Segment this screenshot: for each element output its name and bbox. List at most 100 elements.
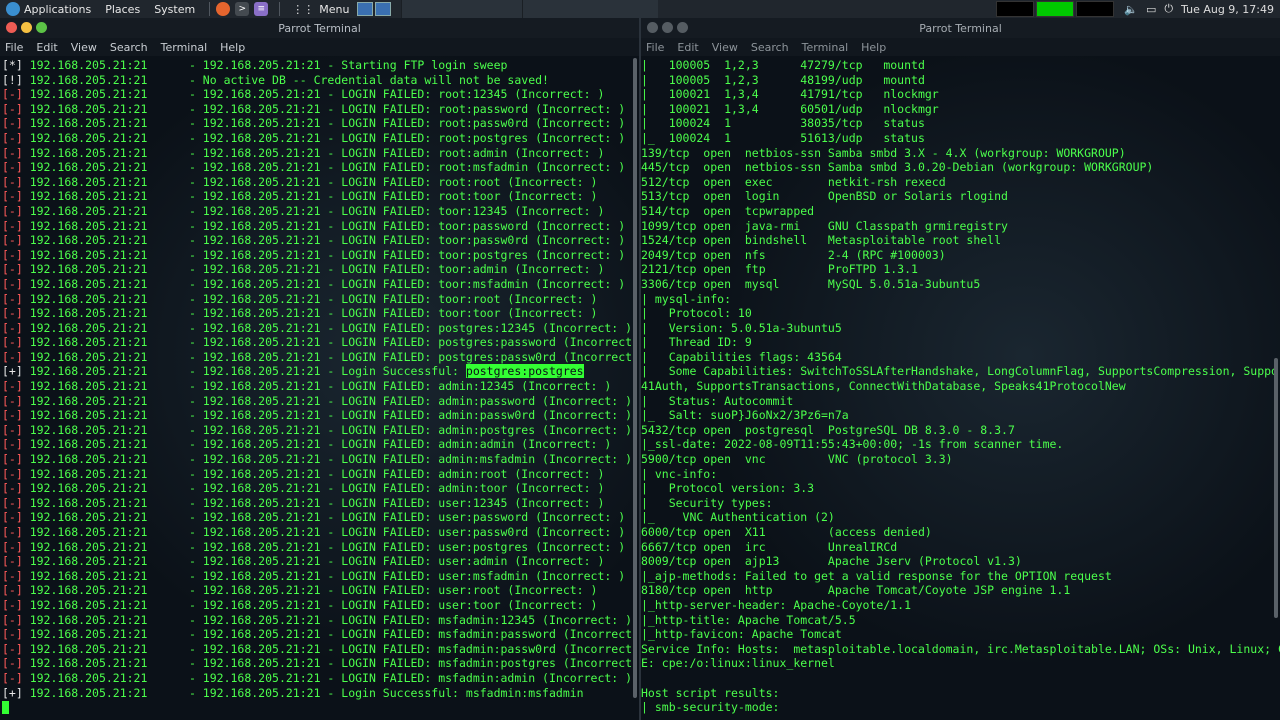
places-label: Places <box>105 2 141 16</box>
status-prefix: [-] <box>2 525 23 539</box>
status-area: 🔈 ▭ ⏻ Tue Aug 9, 17:49 <box>996 0 1274 18</box>
workspace-1[interactable] <box>357 2 374 16</box>
window-titlebar[interactable]: Parrot Terminal <box>641 18 1280 38</box>
status-prefix: [-] <box>2 641 23 656</box>
terminal-line: 513/tcp open login OpenBSD or Solaris rl… <box>641 189 1008 204</box>
terminal-line: [-] 192.168.205.21:21 - 192.168.205.21:2… <box>0 146 639 161</box>
terminal-launcher-icon[interactable]: > <box>235 2 250 16</box>
terminal-line: | Version: 5.0.51a-3ubuntu5 <box>641 320 842 335</box>
status-prefix: [-] <box>2 335 23 350</box>
places-menu[interactable]: Places <box>105 3 148 16</box>
terminal-output[interactable]: [*] 192.168.205.21:21 - 192.168.205.21:2… <box>0 56 639 720</box>
top-panel: Applications Places System > ≡ ⋮⋮ Menu 🔈… <box>0 0 1280 18</box>
applications-menu[interactable]: Applications <box>6 2 99 16</box>
terminal-line: | 100021 1,3,4 60501/udp nlockmgr <box>641 101 939 116</box>
terminal-line: | Protocol version: 3.3 <box>641 481 815 496</box>
status-prefix: [-] <box>2 393 23 408</box>
terminal-line: 5900/tcp open vnc VNC (protocol 3.3) <box>641 452 953 467</box>
cpu-graph <box>996 1 1035 17</box>
close-button[interactable] <box>647 22 658 33</box>
terminal-line: 8009/tcp open ajp13 Apache Jserv (Protoc… <box>641 554 1022 569</box>
volume-icon[interactable]: 🔈 <box>1124 3 1138 16</box>
menu-search[interactable]: Search <box>751 41 789 54</box>
terminal-output[interactable]: | 100005 1,2,3 47279/tcp mountd | 100005 … <box>641 56 1280 720</box>
menu-terminal[interactable]: Terminal <box>802 41 849 54</box>
terminal-line: [-] 192.168.205.21:21 - 192.168.205.21:2… <box>0 292 639 307</box>
menu-edit[interactable]: Edit <box>36 41 57 54</box>
terminal-line: 5432/tcp open postgresql PostgreSQL DB 8… <box>641 422 1015 437</box>
system-menu[interactable]: System <box>154 3 203 16</box>
power-icon[interactable]: ⏻ <box>1164 2 1173 16</box>
network-graph <box>1076 1 1115 17</box>
line-text: 192.168.205.21:21 - No active DB -- Cred… <box>22 72 549 87</box>
task-list <box>401 0 659 18</box>
menu-file[interactable]: File <box>646 41 664 54</box>
task-button[interactable] <box>522 0 659 18</box>
status-prefix: [-] <box>2 276 23 291</box>
line-text: 192.168.205.21:21 - 192.168.205.21:21 - … <box>22 437 612 452</box>
maximize-button[interactable] <box>36 22 47 33</box>
line-text: 192.168.205.21:21 - 192.168.205.21:21 - … <box>22 525 626 539</box>
line-text: 192.168.205.21:21 - 192.168.205.21:21 - … <box>22 539 626 554</box>
window-titlebar[interactable]: Parrot Terminal <box>0 18 639 38</box>
terminal-line: | 100005 1,2,3 47279/tcp mountd <box>641 58 925 72</box>
status-prefix: [-] <box>2 510 23 525</box>
status-prefix: [-] <box>2 539 23 554</box>
line-text: 192.168.205.21:21 - 192.168.205.21:21 - … <box>22 408 633 423</box>
workspace-switcher[interactable] <box>357 2 393 16</box>
menu-button[interactable]: ⋮⋮ Menu <box>292 3 349 16</box>
terminal-line: |_http-favicon: Apache Tomcat <box>641 627 842 642</box>
status-prefix: [-] <box>2 408 23 423</box>
terminal-line: |_ VNC Authentication (2) <box>641 510 835 525</box>
minimize-button[interactable] <box>21 22 32 33</box>
menu-search[interactable]: Search <box>110 41 148 54</box>
status-prefix: [-] <box>2 218 23 233</box>
scrollbar[interactable] <box>633 58 637 698</box>
terminal-line: [-] 192.168.205.21:21 - 192.168.205.21:2… <box>0 204 639 219</box>
display-icon[interactable]: ▭ <box>1146 3 1156 16</box>
terminal-line: [-] 192.168.205.21:21 - 192.168.205.21:2… <box>0 437 639 452</box>
status-prefix: [-] <box>2 597 23 612</box>
line-text: 192.168.205.21:21 - 192.168.205.21:21 - … <box>22 670 633 685</box>
terminal-line: [+] 192.168.205.21:21 - 192.168.205.21:2… <box>0 686 639 701</box>
terminal-line: [-] 192.168.205.21:21 - 192.168.205.21:2… <box>0 467 639 482</box>
menu-help[interactable]: Help <box>220 41 245 54</box>
maximize-button[interactable] <box>677 22 688 33</box>
scrollbar[interactable] <box>1274 358 1278 618</box>
menu-edit[interactable]: Edit <box>677 41 698 54</box>
task-button[interactable] <box>401 0 523 18</box>
workspace-2[interactable] <box>375 2 392 16</box>
prompt-line[interactable] <box>0 700 639 715</box>
status-prefix: [-] <box>2 481 23 496</box>
firefox-icon[interactable] <box>216 2 231 16</box>
terminal-line: [-] 192.168.205.21:21 - 192.168.205.21:2… <box>0 408 639 423</box>
status-prefix: [-] <box>2 452 23 467</box>
terminal-line: | Some Capabilities: SwitchToSSLAfterHan… <box>641 364 1280 379</box>
line-text: 192.168.205.21:21 - 192.168.205.21:21 - … <box>22 481 605 496</box>
line-text: 192.168.205.21:21 - 192.168.205.21:21 - … <box>22 583 598 598</box>
minimize-button[interactable] <box>662 22 673 33</box>
line-text: 192.168.205.21:21 - 192.168.205.21:21 - … <box>22 597 598 612</box>
status-prefix: [+] <box>2 685 23 700</box>
terminal-line: [-] 192.168.205.21:21 - 192.168.205.21:2… <box>0 481 639 496</box>
terminal-line: 514/tcp open tcpwrapped <box>641 203 815 218</box>
line-text: 192.168.205.21:21 - 192.168.205.21:21 - … <box>22 291 598 306</box>
menu-view[interactable]: View <box>712 41 738 54</box>
window-title: Parrot Terminal <box>919 21 1002 35</box>
terminal-line: | 100021 1,3,4 41791/tcp nlockmgr <box>641 87 939 102</box>
terminal-line: [-] 192.168.205.21:21 - 192.168.205.21:2… <box>0 554 639 569</box>
menu-file[interactable]: File <box>5 41 23 54</box>
close-button[interactable] <box>6 22 17 33</box>
highlighted-credential: postgres:postgres <box>465 364 584 379</box>
terminal-line: [-] 192.168.205.21:21 - 192.168.205.21:2… <box>0 219 639 234</box>
line-text: 192.168.205.21:21 - 192.168.205.21:21 - … <box>22 495 605 510</box>
line-text: 192.168.205.21:21 - 192.168.205.21:21 - … <box>22 189 598 204</box>
menu-help[interactable]: Help <box>861 41 886 54</box>
text-editor-icon[interactable]: ≡ <box>254 2 269 16</box>
line-text: 192.168.205.21:21 - 192.168.205.21:21 - … <box>22 87 605 102</box>
terminal-line: Host script results: <box>641 685 780 700</box>
menu-view[interactable]: View <box>71 41 97 54</box>
terminal-line: [-] 192.168.205.21:21 - 192.168.205.21:2… <box>0 525 639 540</box>
clock[interactable]: Tue Aug 9, 17:49 <box>1181 3 1274 16</box>
menu-terminal[interactable]: Terminal <box>161 41 208 54</box>
